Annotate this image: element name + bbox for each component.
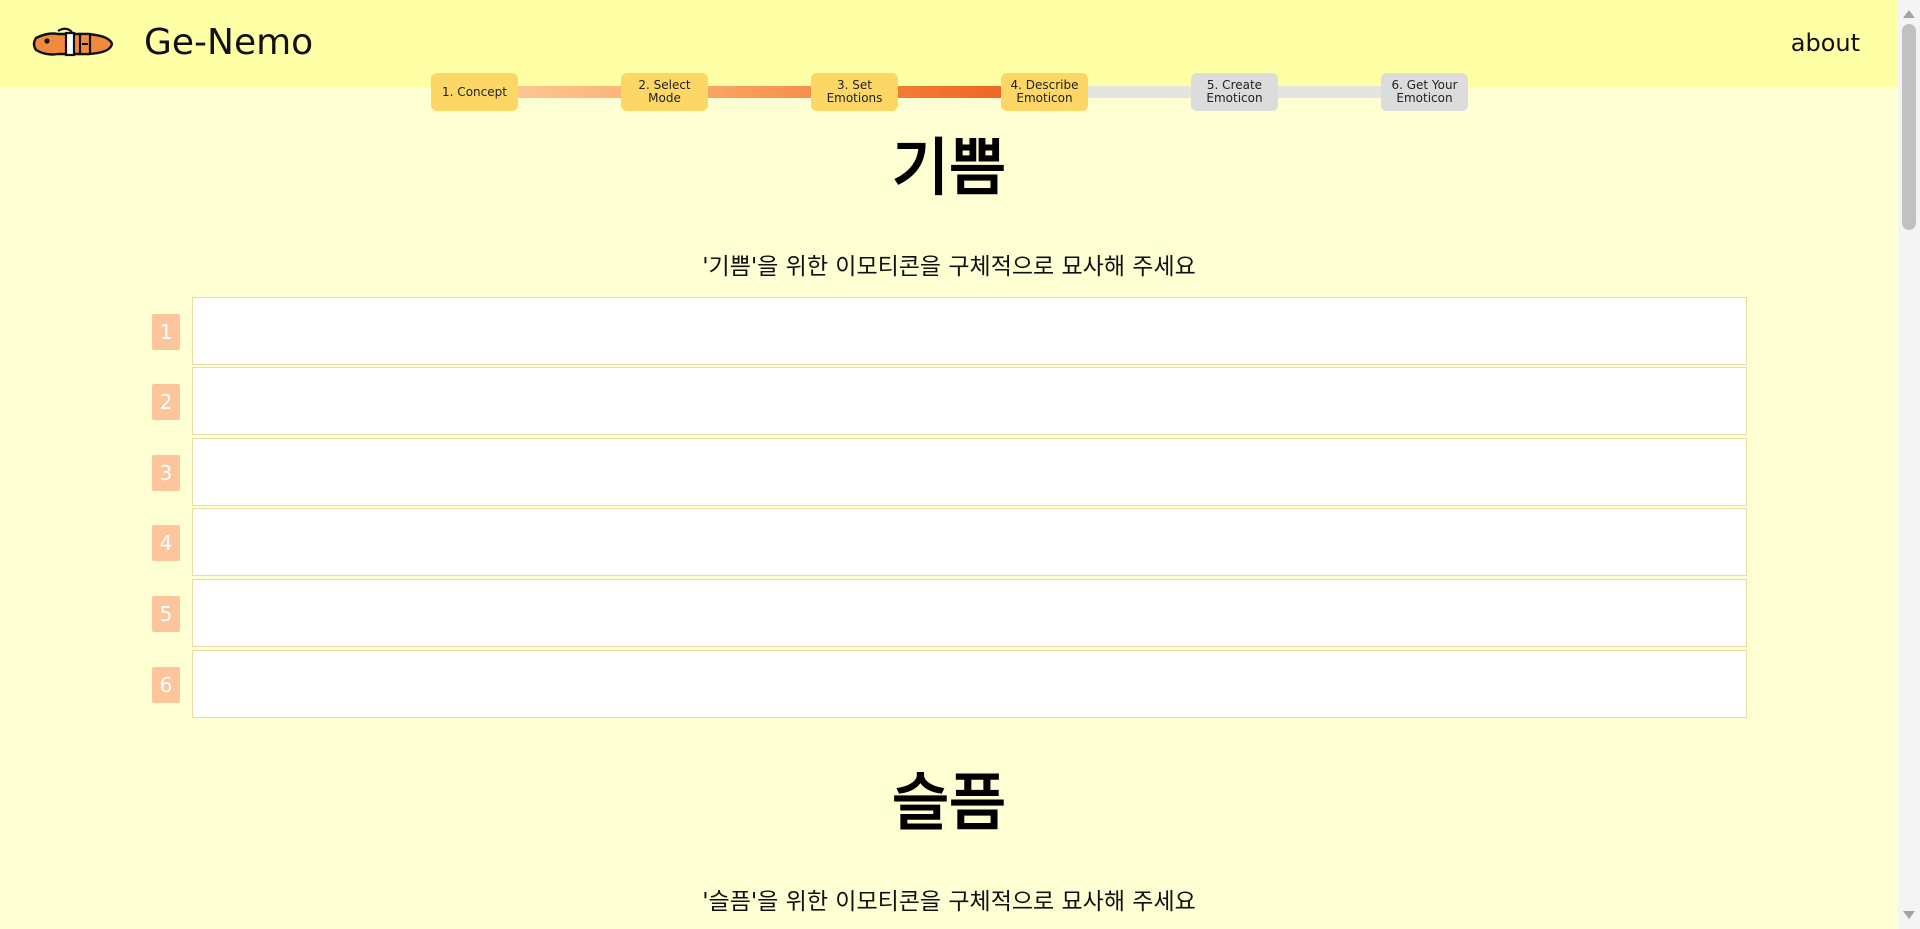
row-number-badge: 6 bbox=[152, 667, 180, 703]
emotion-prompt-joy: '기쁨'을 위한 이모티콘을 구체적으로 묘사해 주세요 bbox=[702, 254, 1196, 280]
scroll-down-arrow-icon[interactable] bbox=[1903, 911, 1915, 919]
about-link[interactable]: about bbox=[1791, 26, 1860, 60]
progress-stepper: 1. Concept 2. Select Mode 3. Set Emotion… bbox=[431, 73, 1469, 111]
step-connector-4 bbox=[1088, 86, 1191, 98]
step-get-your-emoticon[interactable]: 6. Get Your Emoticon bbox=[1381, 73, 1468, 111]
row-number-badge: 4 bbox=[152, 525, 180, 561]
row-number-badge: 3 bbox=[152, 455, 180, 491]
step-connector-1 bbox=[518, 86, 621, 98]
step-describe-emoticon[interactable]: 4. Describe Emoticon bbox=[1001, 73, 1088, 111]
joy-description-input-1[interactable] bbox=[192, 297, 1747, 365]
step-set-emotions[interactable]: 3. Set Emotions bbox=[811, 73, 898, 111]
step-connector-3 bbox=[898, 86, 1001, 98]
row-number-badge: 1 bbox=[152, 314, 180, 350]
step-create-emoticon[interactable]: 5. Create Emoticon bbox=[1191, 73, 1278, 111]
scrollbar-thumb[interactable] bbox=[1902, 24, 1916, 230]
scroll-up-arrow-icon[interactable] bbox=[1903, 10, 1915, 18]
emotion-title-joy: 기쁨 bbox=[891, 131, 1007, 204]
emotion-title-sadness: 슬픔 bbox=[891, 766, 1007, 839]
fish-logo-icon[interactable] bbox=[30, 26, 114, 62]
joy-description-input-3[interactable] bbox=[192, 438, 1747, 506]
step-connector-5 bbox=[1278, 86, 1381, 98]
emotion-prompt-sadness: '슬픔'을 위한 이모티콘을 구체적으로 묘사해 주세요 bbox=[702, 889, 1196, 915]
step-select-mode[interactable]: 2. Select Mode bbox=[621, 73, 708, 111]
app-brand-title[interactable]: Ge-Nemo bbox=[144, 19, 313, 67]
joy-description-input-5[interactable] bbox=[192, 579, 1747, 647]
row-number-badge: 2 bbox=[152, 384, 180, 420]
joy-description-input-4[interactable] bbox=[192, 508, 1747, 576]
step-concept[interactable]: 1. Concept bbox=[431, 73, 518, 111]
page: Ge-Nemo about 1. Concept 2. Select Mode … bbox=[0, 0, 1920, 929]
joy-description-input-2[interactable] bbox=[192, 367, 1747, 435]
step-connector-2 bbox=[708, 86, 811, 98]
joy-description-input-6[interactable] bbox=[192, 650, 1747, 718]
page-scrollbar[interactable] bbox=[1898, 0, 1920, 929]
row-number-badge: 5 bbox=[152, 596, 180, 632]
